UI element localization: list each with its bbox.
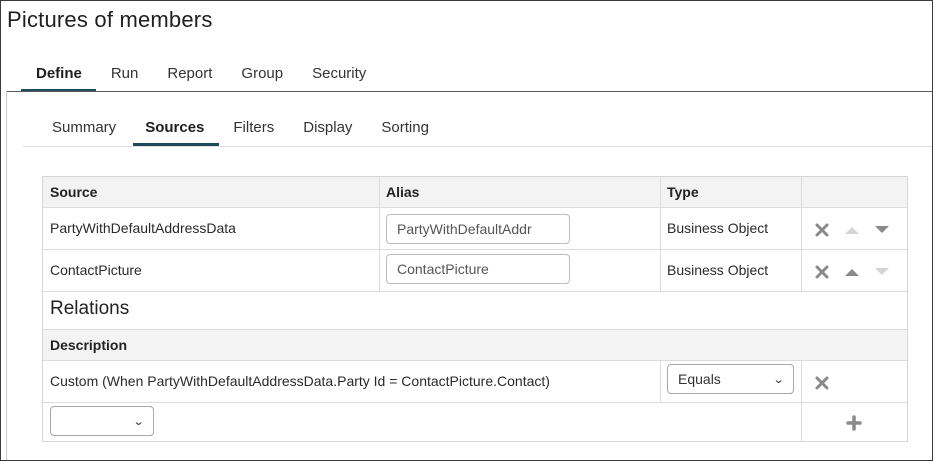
grid-line bbox=[43, 249, 907, 250]
grid-line bbox=[801, 177, 802, 291]
grid-line bbox=[660, 177, 661, 291]
close-x-icon[interactable] bbox=[814, 264, 830, 280]
relation-description: Custom (When PartyWithDefaultAddressData… bbox=[50, 373, 550, 389]
sources-grid: Source Alias Type PartyWithDefaultAddres… bbox=[42, 176, 908, 442]
grid-line bbox=[379, 177, 380, 291]
subtab-display[interactable]: Display bbox=[289, 113, 367, 146]
tab-security[interactable]: Security bbox=[297, 59, 380, 92]
relation-operator-value: Equals bbox=[678, 371, 721, 387]
column-header-description: Description bbox=[50, 337, 128, 353]
alias-input[interactable]: PartyWithDefaultAddr bbox=[386, 214, 570, 244]
relation-operator-select[interactable]: Equals ⌄ bbox=[667, 364, 794, 394]
top-tab-divider bbox=[7, 91, 932, 92]
grid-line bbox=[660, 360, 661, 402]
sources-header-row bbox=[43, 177, 907, 207]
source-type: Business Object bbox=[667, 262, 769, 278]
alias-input[interactable]: ContactPicture bbox=[386, 254, 570, 284]
caret-up-icon bbox=[844, 222, 860, 238]
subtab-sources[interactable]: Sources bbox=[131, 113, 220, 146]
page-title: Pictures of members bbox=[7, 7, 213, 32]
column-header-type: Type bbox=[667, 184, 699, 200]
tab-run[interactable]: Run bbox=[96, 59, 153, 92]
tab-group[interactable]: Group bbox=[226, 59, 297, 92]
chevron-down-icon: ⌄ bbox=[772, 373, 785, 386]
column-header-alias: Alias bbox=[386, 184, 420, 200]
close-x-icon[interactable] bbox=[814, 375, 830, 391]
caret-up-icon[interactable] bbox=[844, 264, 860, 280]
tab-define[interactable]: Define bbox=[21, 59, 96, 92]
report-window: Pictures of members Define Run Report Gr… bbox=[0, 0, 933, 461]
top-tab-bar: Define Run Report Group Security bbox=[21, 59, 380, 92]
grid-line bbox=[43, 402, 907, 403]
source-name: PartyWithDefaultAddressData bbox=[50, 220, 236, 236]
new-relation-select[interactable]: ⌄ bbox=[50, 406, 154, 436]
tab-report[interactable]: Report bbox=[152, 59, 226, 92]
subtab-sorting[interactable]: Sorting bbox=[367, 113, 444, 146]
plus-icon[interactable] bbox=[846, 415, 862, 431]
relations-header-row bbox=[43, 330, 907, 360]
panel-left-border bbox=[6, 91, 7, 460]
caret-down-icon[interactable] bbox=[874, 222, 890, 238]
subtab-summary[interactable]: Summary bbox=[38, 113, 131, 146]
relations-title: Relations bbox=[50, 298, 130, 319]
grid-line bbox=[43, 291, 907, 292]
sub-tab-divider bbox=[23, 146, 932, 147]
chevron-down-icon: ⌄ bbox=[132, 415, 145, 428]
source-type: Business Object bbox=[667, 220, 769, 236]
subtab-filters[interactable]: Filters bbox=[219, 113, 289, 146]
close-x-icon[interactable] bbox=[814, 222, 830, 238]
column-header-source: Source bbox=[50, 184, 98, 200]
sub-tab-bar: Summary Sources Filters Display Sorting bbox=[38, 113, 444, 146]
source-name: ContactPicture bbox=[50, 262, 142, 278]
grid-line bbox=[801, 360, 802, 442]
caret-down-icon bbox=[874, 264, 890, 280]
